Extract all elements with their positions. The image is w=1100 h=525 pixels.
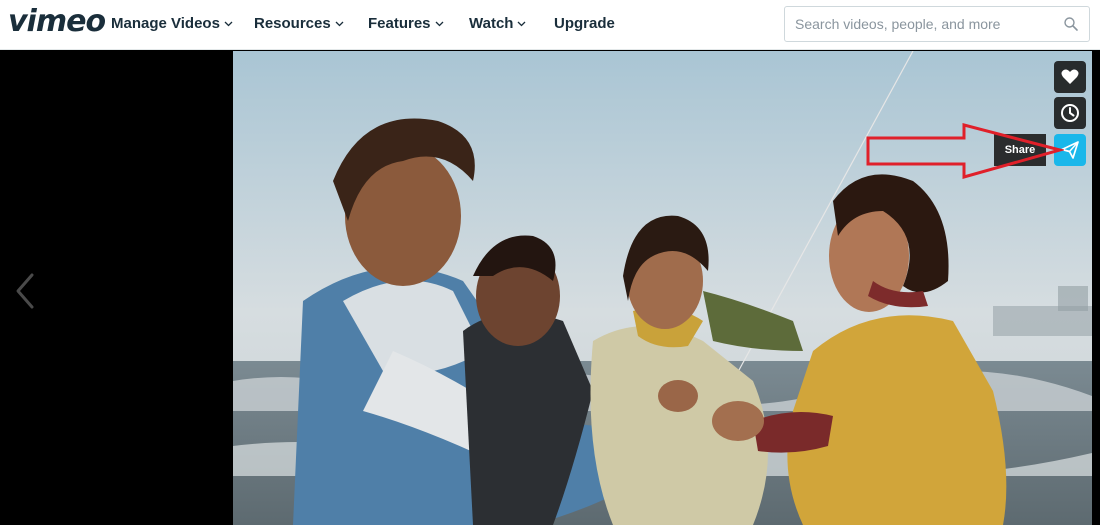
chevron-left-icon[interactable] [10,271,40,311]
chevron-down-icon [224,21,233,27]
vimeo-logo[interactable]: vimeo [8,4,106,39]
like-button[interactable] [1054,61,1086,93]
search-input[interactable] [795,14,1055,34]
nav-features-label: Features [368,15,431,32]
nav-manage-videos-label: Manage Videos [111,15,220,32]
nav-upgrade-label: Upgrade [554,15,615,32]
nav-features[interactable]: Features [368,15,444,32]
nav-manage-videos[interactable]: Manage Videos [111,15,233,32]
annotation-arrow [866,123,1064,179]
chevron-down-icon [517,21,526,27]
clock-icon [1061,104,1079,122]
nav-resources[interactable]: Resources [254,15,344,32]
nav-upgrade[interactable]: Upgrade [554,15,615,32]
search-icon[interactable] [1063,16,1079,32]
nav-resources-label: Resources [254,15,331,32]
chevron-down-icon [435,21,443,27]
heart-icon [1061,69,1079,84]
search-box [784,6,1090,42]
nav-watch-label: Watch [469,15,514,32]
top-navigation-bar: vimeo Manage Videos Resources Features W… [0,0,1100,50]
nav-watch[interactable]: Watch [469,15,526,32]
chevron-down-icon [335,21,344,27]
